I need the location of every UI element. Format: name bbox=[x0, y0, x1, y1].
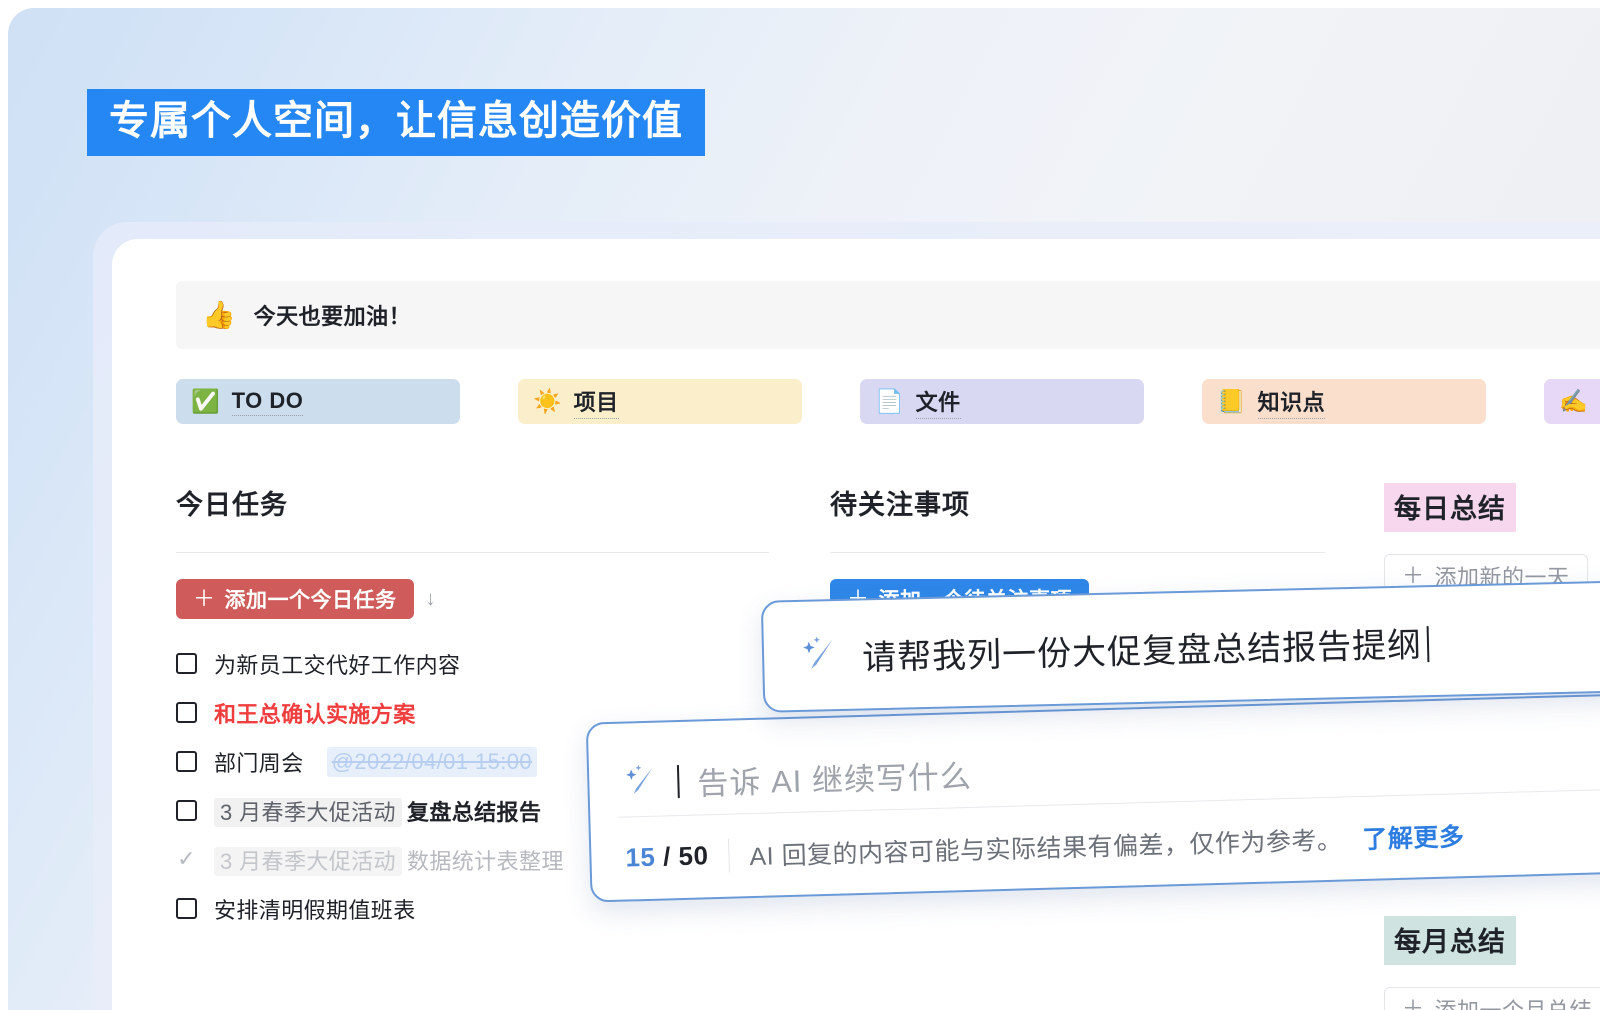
sort-down-icon: ↓ bbox=[425, 587, 436, 610]
tab-files[interactable]: 📄 文件 bbox=[860, 379, 1144, 424]
watch-divider bbox=[830, 552, 1325, 553]
task-text: 复盘总结报告 bbox=[406, 799, 542, 825]
notebook-icon: 📒 bbox=[1217, 388, 1246, 414]
tab-label-project: 项目 bbox=[573, 385, 619, 419]
checkbox-checked-icon[interactable]: ✓ bbox=[176, 848, 197, 870]
sparkle-wand-icon bbox=[800, 631, 843, 679]
task-row[interactable]: 为新员工交代好工作内容 bbox=[176, 639, 769, 688]
add-today-task-button[interactable]: ＋ 添加一个今日任务 bbox=[176, 579, 414, 619]
thumbs-up-icon: 👍 bbox=[202, 299, 236, 330]
task-text: 为新员工交代好工作内容 bbox=[214, 652, 461, 678]
checkbox-unchecked-icon[interactable] bbox=[176, 702, 197, 723]
watch-items-heading: 待关注事项 bbox=[830, 490, 970, 520]
checkbox-unchecked-icon[interactable] bbox=[176, 653, 197, 674]
sun-icon: ☀️ bbox=[533, 388, 562, 414]
task-text: 和王总确认实施方案 bbox=[214, 701, 416, 727]
ai-prompt-text: 请帮我列一份大促复盘总结报告提纲 bbox=[862, 617, 1430, 679]
page-backdrop: 专属个人空间，让信息创造价值 👍 今天也要加油！ ✅ TO DO ☀️ 项目 📄… bbox=[8, 8, 1600, 1010]
tab-label-knowledge: 知识点 bbox=[1257, 385, 1326, 419]
tab-knowledge[interactable]: 📒 知识点 bbox=[1202, 379, 1486, 424]
checkbox-unchecked-icon[interactable] bbox=[176, 898, 197, 919]
monthly-summary-heading: 每月总结 bbox=[1384, 916, 1516, 965]
task-text: 安排清明假期值班表 bbox=[214, 897, 416, 923]
today-tasks-heading: 今日任务 bbox=[176, 490, 288, 520]
greeting-banner: 👍 今天也要加油！ bbox=[176, 281, 1600, 349]
plus-icon: ＋ bbox=[193, 586, 216, 611]
task-tag: 3 月春季大促活动 bbox=[214, 797, 402, 827]
daily-summary-heading-wrap: 每日总结 bbox=[1384, 483, 1600, 532]
today-add-row: ＋ 添加一个今日任务 ↓ bbox=[176, 579, 769, 619]
add-month-summary-label: 添加一个月总结 bbox=[1435, 993, 1593, 1010]
checkbox-unchecked-icon[interactable] bbox=[176, 751, 197, 772]
ai-disclaimer-text: AI 回复的内容可能与实际结果有偏差，仅作为参考。 bbox=[749, 826, 1343, 871]
tab-project[interactable]: ☀️ 项目 bbox=[518, 379, 802, 424]
check-mark-button-icon: ✅ bbox=[191, 388, 220, 414]
add-today-task-label: 添加一个今日任务 bbox=[224, 589, 397, 612]
text-caret bbox=[1426, 625, 1430, 662]
screenshot-root: 专属个人空间，让信息创造价值 👍 今天也要加油！ ✅ TO DO ☀️ 项目 📄… bbox=[0, 0, 1600, 1010]
ai-input-card[interactable]: 告诉 AI 继续写什么 15 / 50 AI 回复的内容可能与实际结果有偏差，仅… bbox=[585, 693, 1600, 903]
task-text: 部门周会 bbox=[214, 750, 304, 776]
add-month-summary-button[interactable]: ＋ 添加一个月总结 bbox=[1384, 987, 1600, 1010]
writing-hand-icon: ✍️ bbox=[1559, 388, 1588, 414]
sparkle-wand-icon bbox=[623, 760, 662, 804]
task-text: 数据统计表整理 bbox=[406, 848, 564, 874]
character-counter: 15 / 50 bbox=[625, 840, 709, 873]
text-caret bbox=[676, 764, 680, 798]
greeting-text: 今天也要加油！ bbox=[253, 304, 412, 329]
tab-label-todo: TO DO bbox=[231, 388, 304, 416]
learn-more-link[interactable]: 了解更多 bbox=[1362, 817, 1465, 856]
ai-prompt-card[interactable]: 请帮我列一份大促复盘总结报告提纲 bbox=[760, 579, 1600, 713]
footer-separator bbox=[728, 838, 730, 873]
page-title: 专属个人空间，让信息创造价值 bbox=[87, 89, 705, 156]
category-tab-row: ✅ TO DO ☀️ 项目 📄 文件 📒 知识点 ✍️ bbox=[176, 379, 1600, 424]
tab-writing[interactable]: ✍️ bbox=[1544, 379, 1600, 424]
task-date-chip: @2022/04/01 15:00 bbox=[326, 746, 538, 777]
tab-label-files: 文件 bbox=[915, 385, 961, 419]
tab-todo[interactable]: ✅ TO DO bbox=[176, 379, 460, 424]
plus-icon: ＋ bbox=[1402, 996, 1425, 1010]
plus-icon: ＋ bbox=[1402, 563, 1425, 588]
ai-input-placeholder: 告诉 AI 继续写什么 bbox=[696, 758, 973, 802]
page-facing-up-icon: 📄 bbox=[875, 388, 904, 414]
monthly-summary-heading-wrap: 每月总结 bbox=[1384, 916, 1600, 965]
today-divider bbox=[176, 552, 769, 553]
checkbox-unchecked-icon[interactable] bbox=[176, 800, 197, 821]
daily-summary-heading: 每日总结 bbox=[1384, 483, 1516, 532]
task-tag: 3 月春季大促活动 bbox=[214, 846, 402, 876]
